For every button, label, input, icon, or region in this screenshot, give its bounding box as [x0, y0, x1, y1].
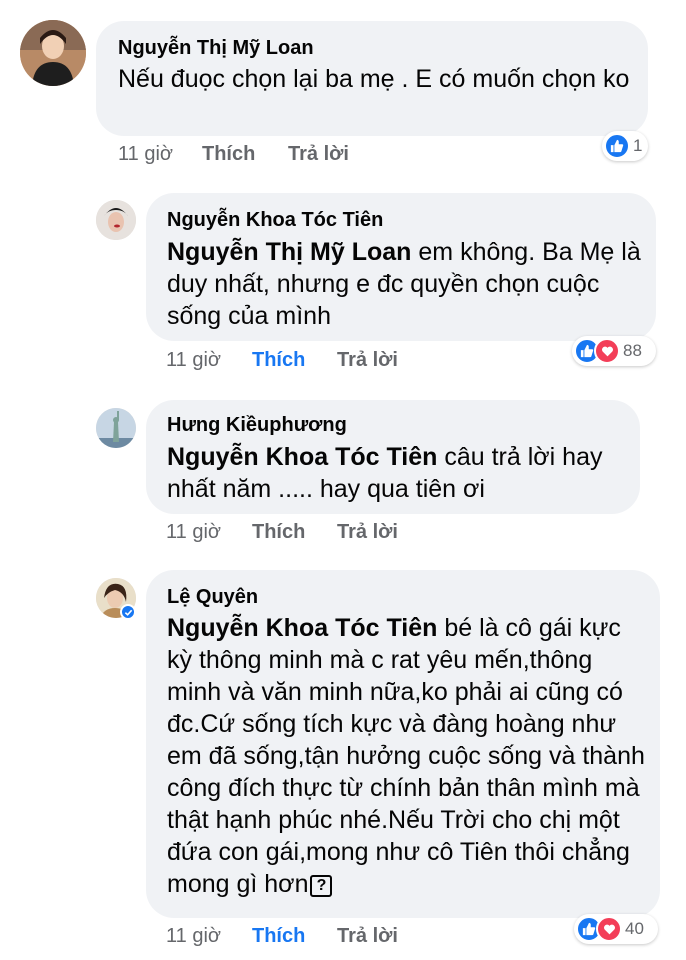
- comment-text: Nếu đuọc chọn lại ba mẹ . E có muốn chọn…: [118, 63, 638, 95]
- mention-link[interactable]: Nguyễn Thị Mỹ Loan: [167, 238, 411, 266]
- love-reaction-icon: [594, 338, 620, 364]
- comment-time[interactable]: 11 giờ: [166, 521, 221, 544]
- reaction-count: 1: [633, 136, 643, 155]
- comment-author[interactable]: Hưng Kiềuphương: [167, 414, 347, 437]
- reply-button[interactable]: Trả lời: [337, 349, 398, 372]
- comment-4: Lệ Quyên Nguyễn Khoa Tóc Tiên bé là cô g…: [0, 550, 686, 960]
- reaction-summary[interactable]: 1: [602, 131, 648, 161]
- comment-2: Nguyễn Khoa Tóc Tiên Nguyễn Thị Mỹ Loan …: [0, 180, 686, 380]
- user-photo-icon: [20, 20, 86, 86]
- comment-body: bé là cô gái kực kỳ thông minh mà c rat …: [167, 614, 645, 898]
- mention-link[interactable]: Nguyễn Khoa Tóc Tiên: [167, 443, 437, 471]
- reaction-count: 40: [625, 919, 644, 938]
- like-button[interactable]: Thích: [252, 349, 305, 372]
- user-photo-icon: [96, 200, 136, 240]
- comment-bubble: Nguyễn Khoa Tóc Tiên Nguyễn Thị Mỹ Loan …: [146, 193, 656, 341]
- mention-link[interactable]: Nguyễn Khoa Tóc Tiên: [167, 614, 437, 642]
- unknown-emoji-glyph: ?: [310, 875, 333, 897]
- comment-bubble: Nguyễn Thị Mỹ Loan Nếu đuọc chọn lại ba …: [96, 21, 648, 136]
- comment-text: Nguyễn Thị Mỹ Loan em không. Ba Mẹ là du…: [167, 236, 642, 332]
- comment-actions: 11 giờ Thích Trả lời: [166, 521, 466, 545]
- comment-time[interactable]: 11 giờ: [166, 925, 221, 948]
- like-button[interactable]: Thích: [252, 925, 305, 948]
- comment-actions: 11 giờ Thích Trả lời: [166, 925, 466, 949]
- comment-time[interactable]: 11 giờ: [166, 349, 221, 372]
- comment-actions: 11 giờ Thích Trả lời: [118, 143, 418, 167]
- statue-of-liberty-icon: [96, 408, 136, 448]
- avatar[interactable]: [96, 200, 136, 240]
- like-button[interactable]: Thích: [202, 143, 255, 166]
- comment-3: Hưng Kiềuphương Nguyễn Khoa Tóc Tiên câu…: [0, 380, 686, 550]
- comment-bubble: Lệ Quyên Nguyễn Khoa Tóc Tiên bé là cô g…: [146, 570, 660, 918]
- avatar[interactable]: [20, 20, 86, 86]
- comment-1: Nguyễn Thị Mỹ Loan Nếu đuọc chọn lại ba …: [0, 0, 686, 180]
- comment-author[interactable]: Nguyễn Khoa Tóc Tiên: [167, 209, 383, 232]
- comment-bubble: Hưng Kiềuphương Nguyễn Khoa Tóc Tiên câu…: [146, 400, 640, 514]
- reply-button[interactable]: Trả lời: [288, 143, 349, 166]
- avatar[interactable]: [96, 408, 136, 448]
- love-reaction-icon: [596, 916, 622, 942]
- comment-text: Nguyễn Khoa Tóc Tiên câu trả lời hay nhấ…: [167, 441, 629, 505]
- comment-author[interactable]: Nguyễn Thị Mỹ Loan: [118, 37, 314, 60]
- reaction-summary[interactable]: 88: [572, 336, 656, 366]
- comment-author[interactable]: Lệ Quyên: [167, 586, 258, 609]
- comment-time[interactable]: 11 giờ: [118, 143, 173, 166]
- verified-badge-icon: [120, 604, 136, 620]
- reply-button[interactable]: Trả lời: [337, 521, 398, 544]
- like-reaction-icon: [604, 133, 630, 159]
- comment-body: Nếu đuọc chọn lại ba mẹ . E có muốn chọn…: [118, 65, 630, 93]
- comment-actions: 11 giờ Thích Trả lời: [166, 349, 466, 373]
- comment-text: Nguyễn Khoa Tóc Tiên bé là cô gái kực kỳ…: [167, 612, 647, 900]
- like-button[interactable]: Thích: [252, 521, 305, 544]
- reply-button[interactable]: Trả lời: [337, 925, 398, 948]
- reaction-summary[interactable]: 40: [574, 914, 658, 944]
- reaction-count: 88: [623, 341, 642, 360]
